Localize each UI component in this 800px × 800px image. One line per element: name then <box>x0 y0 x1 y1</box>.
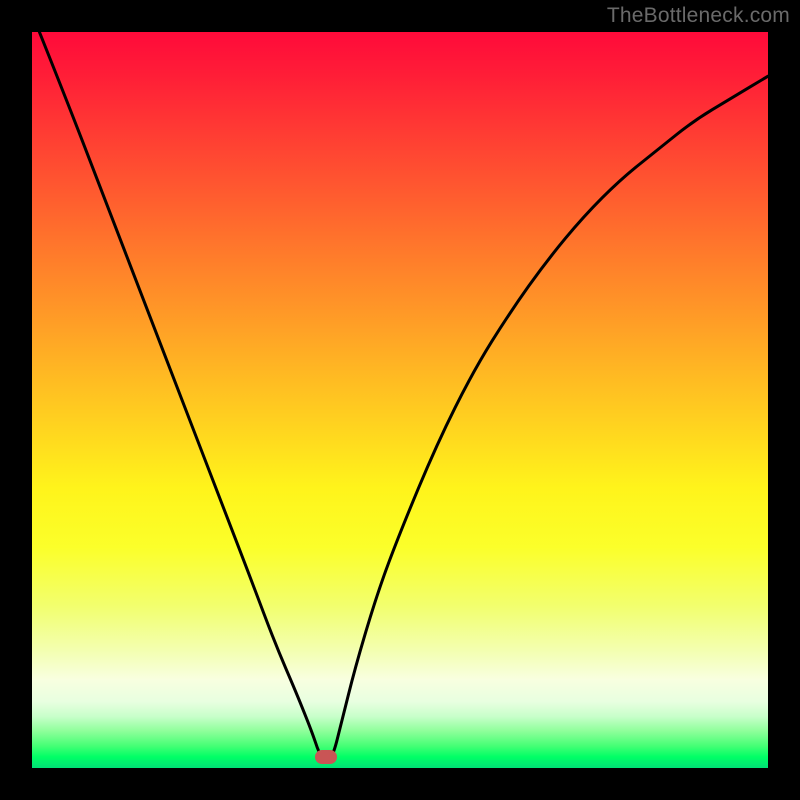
watermark-text: TheBottleneck.com <box>607 4 790 28</box>
optimal-point-marker <box>315 750 337 764</box>
bottleneck-curve <box>32 32 768 768</box>
chart-plot-area <box>32 32 768 768</box>
